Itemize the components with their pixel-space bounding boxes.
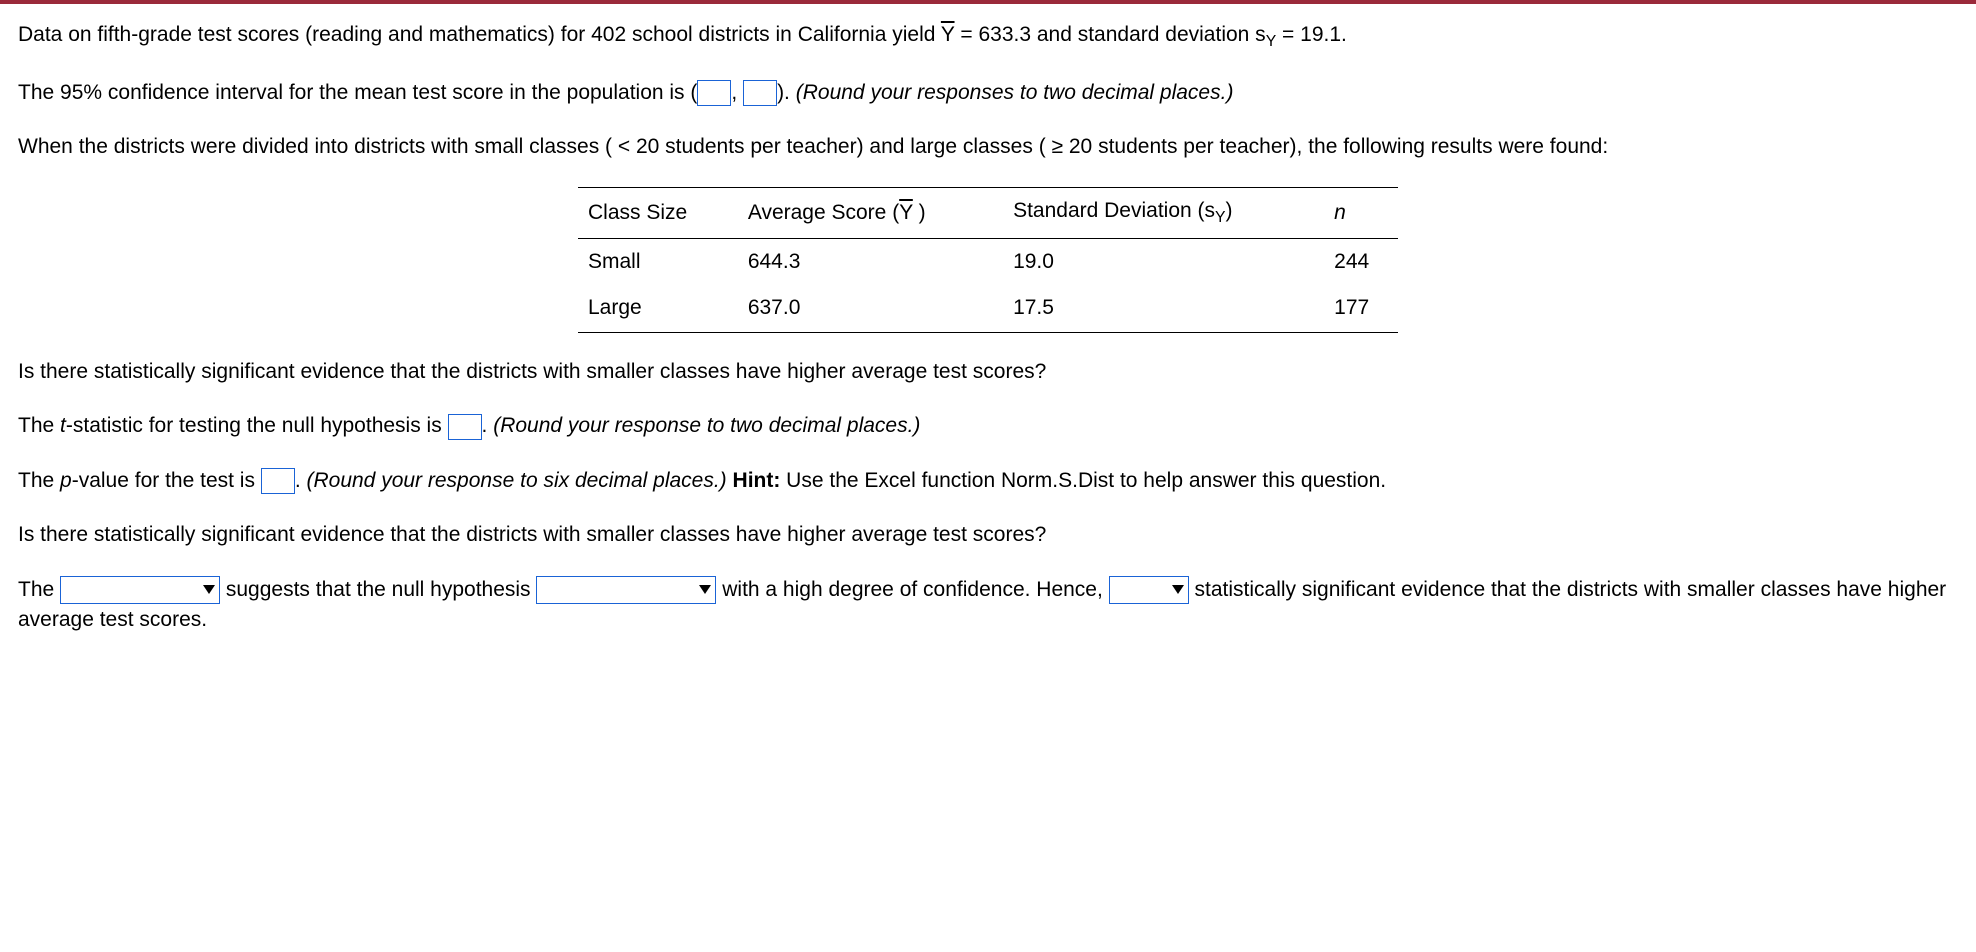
header-sd-sub: Y	[1215, 209, 1226, 226]
question-content: Data on fifth-grade test scores (reading…	[0, 4, 1976, 675]
cell-std-dev: 19.0	[1003, 238, 1324, 285]
tstat-paragraph: The t-statistic for testing the null hyp…	[18, 411, 1958, 441]
ci-text1: The 95% confidence interval for the mean…	[18, 81, 697, 104]
split-paragraph: When the districts were divided into dis…	[18, 132, 1958, 162]
cell-class-size: Large	[578, 285, 738, 332]
intro-paragraph: Data on fifth-grade test scores (reading…	[18, 20, 1958, 54]
cell-n: 244	[1324, 238, 1398, 285]
pval-text1: The	[18, 469, 60, 492]
header-n: n	[1324, 187, 1398, 238]
ci-paragraph: The 95% confidence interval for the mean…	[18, 78, 1958, 108]
chevron-down-icon	[1172, 585, 1184, 594]
cell-n: 177	[1324, 285, 1398, 332]
ci-upper-input[interactable]	[743, 80, 777, 106]
table-header-row: Class Size Average Score (Y ) Standard D…	[578, 187, 1398, 238]
tstat-input[interactable]	[448, 414, 482, 440]
chevron-down-icon	[203, 585, 215, 594]
conclusion-select-1[interactable]	[60, 576, 220, 604]
tstat-text1: The	[18, 414, 60, 437]
conclusion-paragraph: The suggests that the null hypothesis wi…	[18, 575, 1958, 636]
pval-text2: -value for the test is	[72, 469, 261, 492]
class-size-table: Class Size Average Score (Y ) Standard D…	[578, 187, 1398, 333]
pval-hint-rest: Use the Excel function Norm.S.Dist to he…	[780, 469, 1386, 492]
cell-std-dev: 17.5	[1003, 285, 1324, 332]
pvalue-input[interactable]	[261, 468, 295, 494]
pvalue-paragraph: The p-value for the test is . (Round you…	[18, 466, 1958, 496]
p-italic: p	[60, 469, 72, 492]
conc-t1: The	[18, 578, 60, 601]
intro-text: Data on fifth-grade test scores (reading…	[18, 23, 941, 46]
intro-eq1: = 633.3 and standard deviation s	[955, 23, 1266, 46]
conc-t3: with a high degree of confidence. Hence,	[716, 578, 1108, 601]
conc-t2: suggests that the null hypothesis	[220, 578, 536, 601]
header-n-label: n	[1334, 201, 1346, 224]
chevron-down-icon	[699, 585, 711, 594]
y-bar-symbol: Y	[941, 23, 955, 46]
header-sd-post: )	[1226, 199, 1233, 222]
tstat-text2: -statistic for testing the null hypothes…	[66, 414, 448, 437]
header-std-dev: Standard Deviation (sY)	[1003, 187, 1324, 238]
intro-eq2: = 19.1.	[1276, 23, 1347, 46]
tstat-hint: (Round your response to two decimal plac…	[493, 414, 920, 437]
cell-avg-score: 637.0	[738, 285, 1003, 332]
header-sd-pre: Standard Deviation (s	[1013, 199, 1215, 222]
pval-text3: .	[295, 469, 307, 492]
pval-hint-bold: Hint:	[727, 469, 781, 492]
ci-hint: (Round your responses to two decimal pla…	[796, 81, 1234, 104]
question2: Is there statistically significant evide…	[18, 520, 1958, 550]
header-average-score: Average Score (Y )	[738, 187, 1003, 238]
cell-class-size: Small	[578, 238, 738, 285]
ci-comma: ,	[731, 81, 743, 104]
conclusion-select-3[interactable]	[1109, 576, 1189, 604]
table-row: Small 644.3 19.0 244	[578, 238, 1398, 285]
conclusion-select-2[interactable]	[536, 576, 716, 604]
cell-avg-score: 644.3	[738, 238, 1003, 285]
header-avg-ybar: Y	[899, 201, 913, 224]
header-class-size: Class Size	[578, 187, 738, 238]
tstat-text3: .	[482, 414, 494, 437]
pval-hint: (Round your response to six decimal plac…	[306, 469, 726, 492]
ci-lower-input[interactable]	[697, 80, 731, 106]
subscript-y: Y	[1266, 33, 1277, 50]
table-row: Large 637.0 17.5 177	[578, 285, 1398, 332]
question1: Is there statistically significant evide…	[18, 357, 1958, 387]
header-avg-post: )	[913, 201, 926, 224]
header-avg-pre: Average Score (	[748, 201, 899, 224]
ci-text2: ).	[777, 81, 796, 104]
